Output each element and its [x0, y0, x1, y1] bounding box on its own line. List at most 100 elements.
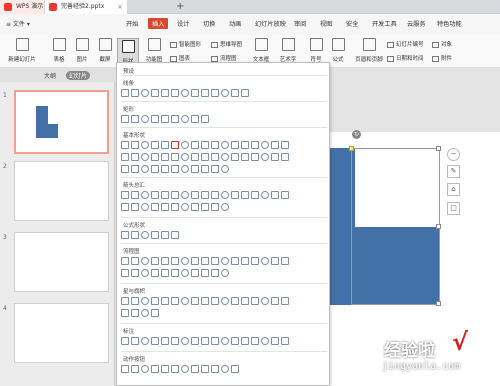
symbol-button[interactable]: 符号 [307, 38, 325, 63]
shape-option-icon[interactable] [161, 153, 169, 161]
shape-option-icon[interactable] [141, 365, 149, 373]
shape-option-icon[interactable] [121, 153, 129, 161]
shape-option-icon[interactable] [231, 141, 239, 149]
shape-option-icon[interactable] [191, 337, 199, 345]
new-slide-button[interactable]: 新建幻灯片 [4, 38, 40, 63]
shape-option-icon[interactable] [131, 269, 139, 277]
shape-option-icon[interactable] [191, 89, 199, 97]
shape-option-icon[interactable] [141, 297, 149, 305]
shape-option-icon[interactable] [171, 257, 179, 265]
shape-option-icon[interactable] [241, 153, 249, 161]
shape-option-icon[interactable] [171, 89, 179, 97]
shape-option-icon[interactable] [281, 297, 289, 305]
shape-option-icon[interactable] [161, 203, 169, 211]
close-tab-icon[interactable]: × [117, 0, 123, 14]
rotate-handle-icon[interactable]: ↻ [352, 130, 361, 139]
shape-option-icon[interactable] [231, 365, 239, 373]
shape-option-icon[interactable] [231, 337, 239, 345]
table-button[interactable]: 表格 [50, 38, 68, 63]
shape-option-icon[interactable] [211, 153, 219, 161]
shape-option-icon[interactable] [231, 191, 239, 199]
shape-option-icon[interactable] [191, 115, 199, 123]
shape-option-icon[interactable] [201, 297, 209, 305]
document-tab[interactable]: 完善经验2.pptx × [45, 0, 127, 14]
shape-option-icon[interactable] [141, 165, 149, 173]
shape-option-icon[interactable] [131, 89, 139, 97]
shape-option-icon[interactable] [121, 191, 129, 199]
menu-view[interactable]: 视图 [320, 19, 332, 28]
shape-option-icon[interactable] [161, 165, 169, 173]
shape-option-icon[interactable] [181, 269, 189, 277]
shape-option-icon[interactable] [261, 141, 269, 149]
shape-option-icon[interactable] [281, 257, 289, 265]
shape-option-icon[interactable] [211, 365, 219, 373]
shape-option-icon[interactable] [171, 153, 179, 161]
shape-option-icon[interactable] [191, 165, 199, 173]
shape-option-icon[interactable] [151, 231, 159, 239]
shape-option-icon[interactable] [121, 231, 129, 239]
shape-option-icon[interactable] [181, 115, 189, 123]
shape-option-icon[interactable] [281, 153, 289, 161]
menu-features[interactable]: 特色功能 [437, 19, 462, 28]
shape-option-icon[interactable] [161, 257, 169, 265]
menu-slideshow[interactable]: 幻灯片放映 [255, 19, 286, 28]
shape-option-icon[interactable] [191, 141, 199, 149]
shape-option-icon[interactable] [151, 141, 159, 149]
shape-option-icon[interactable] [141, 309, 149, 317]
shape-option-icon[interactable] [151, 269, 159, 277]
shape-option-icon[interactable] [171, 269, 179, 277]
shape-option-icon[interactable] [201, 337, 209, 345]
shape-option-icon[interactable] [281, 191, 289, 199]
shape-option-icon[interactable] [131, 257, 139, 265]
shape-option-icon[interactable] [161, 89, 169, 97]
tab-outline[interactable]: 大纲 [44, 71, 56, 80]
shape-option-icon[interactable] [121, 365, 129, 373]
shape-option-icon[interactable] [231, 89, 239, 97]
shape-option-icon[interactable] [261, 153, 269, 161]
shape-option-icon[interactable] [151, 165, 159, 173]
shape-option-icon[interactable] [201, 115, 209, 123]
shape-option-icon[interactable] [271, 141, 279, 149]
shape-option-icon[interactable] [161, 337, 169, 345]
shape-option-icon[interactable] [141, 89, 149, 97]
shape-option-icon[interactable] [131, 191, 139, 199]
shape-option-icon[interactable] [271, 191, 279, 199]
shape-option-icon[interactable] [151, 309, 159, 317]
mindmap-button[interactable]: 思维导图 [211, 40, 242, 48]
shape-option-icon[interactable] [151, 203, 159, 211]
shape-option-icon[interactable] [201, 153, 209, 161]
file-menu[interactable]: ≡ 文件 ▾ [6, 19, 30, 28]
menu-animation[interactable]: 动画 [229, 19, 241, 28]
shape-option-icon[interactable] [141, 257, 149, 265]
shape-option-icon[interactable] [231, 257, 239, 265]
shape-option-icon[interactable] [171, 191, 179, 199]
shape-option-icon[interactable] [171, 337, 179, 345]
resize-handle[interactable] [436, 301, 441, 306]
shape-option-icon[interactable] [201, 165, 209, 173]
shape-option-icon[interactable] [121, 141, 129, 149]
shape-option-icon[interactable] [241, 297, 249, 305]
shape-option-icon[interactable] [171, 141, 179, 149]
shape-option-icon[interactable] [161, 141, 169, 149]
tab-slides[interactable]: 幻灯片 [66, 71, 91, 80]
shape-option-icon[interactable] [271, 153, 279, 161]
adjust-handle[interactable] [349, 146, 354, 151]
shape-option-icon[interactable] [201, 89, 209, 97]
shape-option-icon[interactable] [141, 231, 149, 239]
shape-option-icon[interactable] [211, 191, 219, 199]
shape-option-icon[interactable] [191, 203, 199, 211]
menu-developer[interactable]: 开发工具 [372, 19, 397, 28]
shape-option-icon[interactable] [191, 365, 199, 373]
shape-option-icon[interactable] [131, 115, 139, 123]
slide-number-button[interactable]: 幻灯片编号 [387, 40, 424, 48]
header-footer-button[interactable]: 页眉和页脚 [354, 38, 384, 63]
shape-option-icon[interactable] [181, 337, 189, 345]
shape-option-icon[interactable] [221, 89, 229, 97]
shape-option-icon[interactable] [201, 203, 209, 211]
shape-option-icon[interactable] [141, 337, 149, 345]
new-tab-button[interactable]: + [176, 0, 184, 13]
shape-option-icon[interactable] [131, 337, 139, 345]
shape-option-icon[interactable] [231, 297, 239, 305]
shape-option-icon[interactable] [271, 337, 279, 345]
shape-option-icon[interactable] [121, 203, 129, 211]
